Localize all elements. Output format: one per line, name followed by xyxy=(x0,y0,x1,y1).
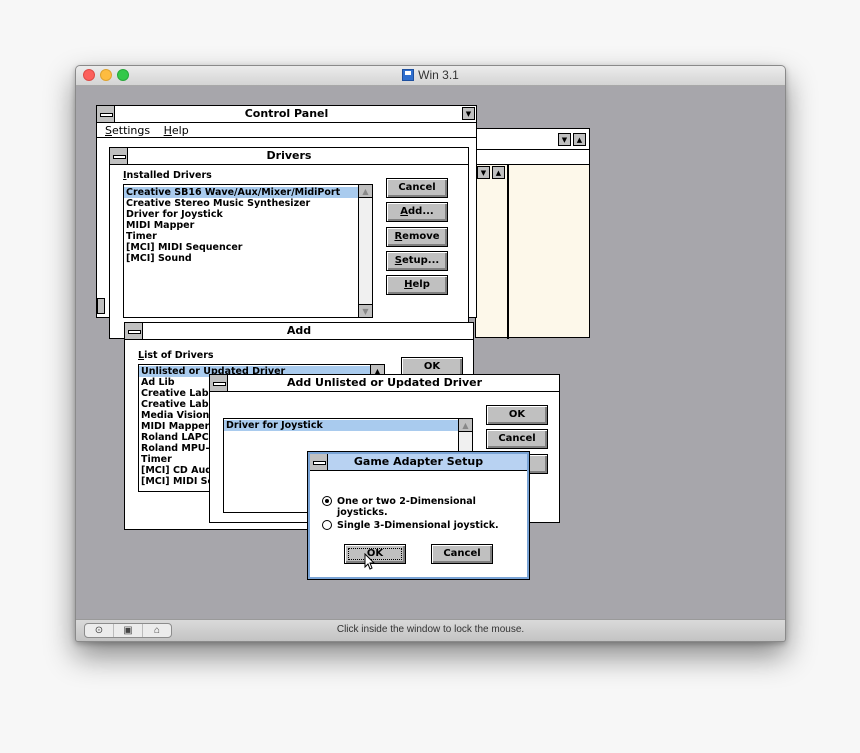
scroll-up-icon[interactable]: ▲ xyxy=(459,419,472,432)
add-unlisted-title: Add Unlisted or Updated Driver xyxy=(286,376,483,389)
control-panel-titlebar: Control Panel ▼ xyxy=(97,106,476,123)
installed-drivers-label: Installed Drivers xyxy=(123,170,212,181)
background-window-content: ▼ ▲ xyxy=(475,164,590,339)
installed-drivers-list[interactable]: Creative SB16 Wave/Aux/Mixer/MidiPort Cre… xyxy=(123,184,373,318)
window-title-text: Win 3.1 xyxy=(418,68,459,82)
mac-statusbar: ⊙ ▣ ⌂ Click inside the window to lock th… xyxy=(76,619,785,641)
system-menu-icon[interactable] xyxy=(125,323,143,339)
game-adapter-setup-dialog: Game Adapter Setup One or two 2-Dimensio… xyxy=(308,452,529,579)
floppy-disk-icon xyxy=(402,69,415,81)
installed-driver-item[interactable]: Creative Stereo Music Synthesizer xyxy=(124,198,358,209)
list-of-drivers-label: List of Drivers xyxy=(138,350,214,361)
game-adapter-titlebar: Game Adapter Setup xyxy=(310,454,527,471)
window-title: Win 3.1 xyxy=(76,68,785,82)
drivers-add-button[interactable]: Add... xyxy=(386,202,448,222)
system-menu-icon[interactable] xyxy=(110,148,128,164)
installed-driver-item[interactable]: Creative SB16 Wave/Aux/Mixer/MidiPort xyxy=(124,187,358,198)
chevron-up-icon[interactable]: ▲ xyxy=(573,133,586,146)
game-adapter-title: Game Adapter Setup xyxy=(353,455,484,468)
drivers-scrollbar[interactable]: ▲ ▼ xyxy=(358,185,372,317)
add-title: Add xyxy=(286,324,312,337)
control-panel-title: Control Panel xyxy=(244,107,329,120)
drivers-cancel-button[interactable]: Cancel xyxy=(386,178,448,198)
installed-driver-item[interactable]: Driver for Joystick xyxy=(124,209,358,220)
menu-settings[interactable]: Settings xyxy=(105,124,150,137)
drivers-remove-button[interactable]: Remove xyxy=(386,227,448,247)
chevron-up-icon[interactable]: ▲ xyxy=(492,166,505,179)
radio-2d-joysticks[interactable] xyxy=(322,496,332,506)
game-adapter-cancel-button[interactable]: Cancel xyxy=(431,544,493,564)
system-menu-icon[interactable] xyxy=(97,106,115,122)
radio-3d-joystick-label[interactable]: Single 3-Dimensional joystick. xyxy=(337,520,499,531)
installed-driver-item[interactable]: [MCI] Sound xyxy=(124,253,358,264)
scroll-up-icon[interactable]: ▲ xyxy=(359,185,372,198)
installed-driver-item[interactable]: [MCI] MIDI Sequencer xyxy=(124,242,358,253)
add-titlebar: Add xyxy=(125,323,473,340)
background-window-bar: ▼ ▲ xyxy=(475,128,590,150)
radio-2d-joysticks-label[interactable]: One or two 2-Dimensional joysticks. xyxy=(337,496,527,518)
system-menu-icon[interactable] xyxy=(310,454,328,470)
system-menu-icon[interactable] xyxy=(210,375,228,391)
drivers-title: Drivers xyxy=(266,149,312,162)
unlisted-ok-button[interactable]: OK xyxy=(486,405,548,425)
installed-driver-item[interactable]: MIDI Mapper xyxy=(124,220,358,231)
unlisted-cancel-button[interactable]: Cancel xyxy=(486,429,548,449)
chevron-down-icon[interactable]: ▼ xyxy=(477,166,490,179)
scroll-down-icon[interactable]: ▼ xyxy=(359,304,372,317)
mac-titlebar: Win 3.1 xyxy=(76,66,785,86)
mac-host-window: Win 3.1 ▼ ▲ ▼ ▲ Control Panel ▼ Settings… xyxy=(75,65,786,642)
drivers-setup-button[interactable]: Setup... xyxy=(386,251,448,271)
unlisted-driver-item[interactable]: Driver for Joystick xyxy=(224,420,458,431)
emulator-screen[interactable]: ▼ ▲ ▼ ▲ Control Panel ▼ Settings Help Dr… xyxy=(76,87,785,620)
radio-3d-joystick[interactable] xyxy=(322,520,332,530)
chevron-down-icon[interactable]: ▼ xyxy=(462,107,475,120)
drivers-dialog: Drivers Installed Drivers Creative SB16 … xyxy=(109,147,469,339)
drivers-help-button[interactable]: Help xyxy=(386,275,448,295)
status-text: Click inside the window to lock the mous… xyxy=(336,624,525,635)
background-window: ▼ ▲ ▼ ▲ xyxy=(475,128,590,339)
control-panel-scroll-fragment xyxy=(97,298,105,314)
control-panel-menubar: Settings Help xyxy=(97,123,476,138)
unlisted-scrollbar[interactable]: ▲ xyxy=(458,419,472,453)
chevron-down-icon[interactable]: ▼ xyxy=(558,133,571,146)
installed-driver-item[interactable]: Timer xyxy=(124,231,358,242)
menu-help[interactable]: Help xyxy=(164,124,189,137)
add-unlisted-titlebar: Add Unlisted or Updated Driver xyxy=(210,375,559,392)
drivers-titlebar: Drivers xyxy=(110,148,468,165)
mouse-cursor-icon xyxy=(364,553,376,570)
